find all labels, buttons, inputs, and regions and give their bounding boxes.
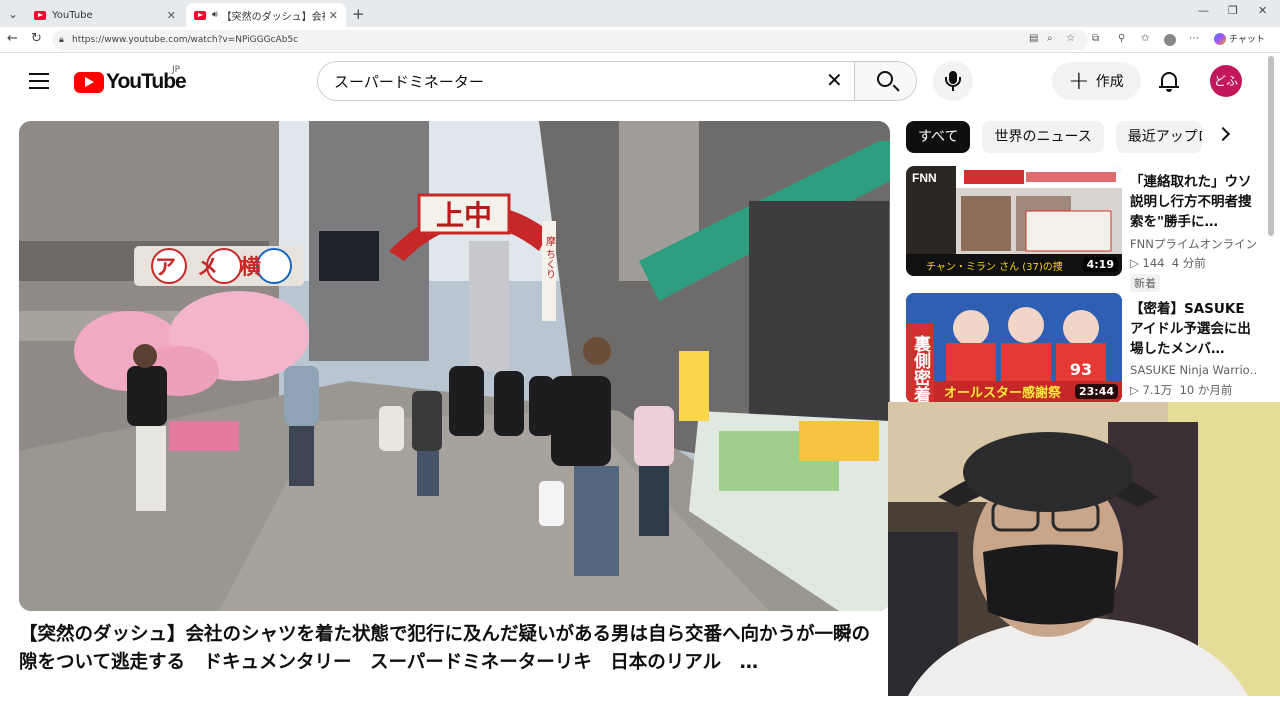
youtube-favicon-icon [194,10,206,20]
chip-world-news[interactable]: 世界のニュース [982,121,1104,153]
views-icon: ▷ [1130,256,1143,270]
close-window-icon[interactable]: ✕ [1258,4,1267,17]
notifications-bell-icon[interactable] [1159,70,1179,92]
extensions-icon[interactable]: ⧉ [1092,33,1099,44]
recommended-title[interactable]: 【密着】SASUKE アイドル予選会に出場したメンバ… [1130,299,1258,359]
webcam-person-image [888,402,1280,696]
screen: ⌄ YouTube ✕ 🔊︎ 【突然のダッシュ】会社のシャツを着 ✕ + — ❐… [0,0,1280,720]
speaker-icon[interactable]: 🔊︎ [212,10,218,20]
browser-tab-youtube[interactable]: YouTube ✕ [26,3,184,27]
address-bar[interactable]: 🔒︎ https://www.youtube.com/watch?v=NPiGG… [52,30,1088,50]
create-button[interactable]: + 作成 [1052,62,1141,100]
site-info-icon[interactable]: 🔒︎ [59,30,64,50]
ameyoko-sign-text: アメ横 [155,255,283,279]
clear-search-icon[interactable]: ✕ [826,68,843,92]
voice-search-button[interactable] [933,61,973,101]
thumbnail-number: 93 [1070,360,1092,379]
minimize-icon[interactable]: — [1198,4,1209,17]
thumbnail-caption: チャン・ミラン さん (37)の捜 [926,260,1063,273]
restore-icon[interactable]: ❐ [1228,4,1238,17]
video-meta: ▷ 7.1万 10 か月前 [1130,382,1232,398]
recommended-title[interactable]: 「連絡取れた」ウソ説明し行方不明者捜索を"勝手に… [1130,172,1258,232]
youtube-play-icon [74,71,104,93]
split-screen-icon[interactable]: ⚲ [1118,33,1125,44]
new-badge: 新着 [1130,274,1160,292]
browser-tab-video[interactable]: 🔊︎ 【突然のダッシュ】会社のシャツを着 ✕ [186,3,346,27]
channel-name[interactable]: SASUKE Ninja Warrio… [1130,363,1258,377]
recommended-video[interactable]: 裏側密着 93 オールスター感謝祭 23:44 【密着】SASUKE アイドル予… [906,293,1266,403]
webcam-overlay [888,402,1280,696]
browser-toolbar: ← ↻ 🔒︎ https://www.youtube.com/watch?v=N… [0,27,1280,53]
youtube-logo[interactable]: YouTube JP [74,65,187,94]
view-count: 7.1万 [1142,383,1173,397]
plus-icon: + [1068,66,1090,96]
copilot-icon [1214,32,1226,45]
upload-age: 4 分前 [1171,256,1206,270]
filter-chips: すべて 世界のニュース 最近アップロード [906,121,1202,153]
copilot-button[interactable]: チャット [1214,32,1265,45]
favorites-icon[interactable]: ✩ [1141,33,1149,44]
back-icon[interactable]: ← [7,31,18,46]
fnn-logo-text: FNN [912,171,937,185]
duration-badge: 4:19 [1082,257,1118,272]
reader-icon[interactable]: ▤ [1029,33,1038,44]
thumbnail-side-text: 裏側密着 [910,334,932,403]
profile-icon[interactable] [1164,34,1176,46]
duration-badge: 23:44 [1074,384,1118,399]
guide-menu-icon[interactable] [29,73,49,89]
thumbnail-banner: オールスター感謝祭 [944,385,1062,401]
video-player[interactable]: 上中 摩 ちくり アメ横 [19,121,890,611]
tab-close-icon[interactable]: ✕ [167,9,176,22]
zoom-icon[interactable]: ⌕ [1047,33,1053,44]
page-scrollbar[interactable] [1268,56,1274,236]
search-icon [877,71,893,87]
reload-icon[interactable]: ↻ [31,31,42,46]
video-thumbnail[interactable]: チャン・ミラン さん (37)の捜 FNN 4:19 [906,166,1122,276]
chip-all[interactable]: すべて [906,121,971,153]
chips-next-chevron-icon[interactable] [1215,126,1231,142]
side-sign-text: 摩 ちくり [544,235,556,279]
search-box: ✕ [317,61,917,101]
video-title: 【突然のダッシュ】会社のシャツを着た状態で犯行に及んだ疑いがある男は自ら交番へ向… [19,624,871,673]
create-label: 作成 [1095,74,1124,90]
browser-tab-bar: ⌄ YouTube ✕ 🔊︎ 【突然のダッシュ】会社のシャツを着 ✕ + — ❐… [0,0,1280,27]
view-count: 144 [1142,256,1165,270]
more-menu-icon[interactable]: ⋯ [1189,33,1199,44]
avatar[interactable]: どふ [1210,65,1242,97]
recommended-video[interactable]: チャン・ミラン さん (37)の捜 FNN 4:19 「連絡取れた」ウソ説明し行… [906,166,1266,292]
tab-list-chevron-icon[interactable]: ⌄ [4,5,22,23]
copilot-label: チャット [1229,35,1265,45]
chip-recently-uploaded[interactable]: 最近アップロード [1115,121,1202,153]
tab-title: YouTube [52,9,93,21]
channel-name[interactable]: FNNプライムオンライン [1130,236,1258,252]
new-tab-button[interactable]: + [352,5,365,23]
tab-title: 【突然のダッシュ】会社のシャツを着 [221,11,325,23]
tab-close-icon[interactable]: ✕ [329,9,338,22]
video-frame-street-scene: 上中 摩 ちくり アメ横 [19,121,890,611]
favorite-star-icon[interactable]: ☆ [1066,33,1075,44]
gate-sign-text: 上中 [436,199,492,232]
search-input[interactable] [318,62,854,100]
search-button[interactable] [854,62,916,100]
views-icon: ▷ [1130,383,1143,397]
video-meta: ▷ 144 4 分前 [1130,255,1206,271]
upload-age: 10 か月前 [1179,383,1233,397]
region-code: JP [172,65,181,75]
url-text: https://www.youtube.com/watch?v=NPiGGGcA… [72,35,299,45]
video-thumbnail[interactable]: 裏側密着 93 オールスター感謝祭 23:44 [906,293,1122,403]
youtube-favicon-icon [34,10,46,20]
